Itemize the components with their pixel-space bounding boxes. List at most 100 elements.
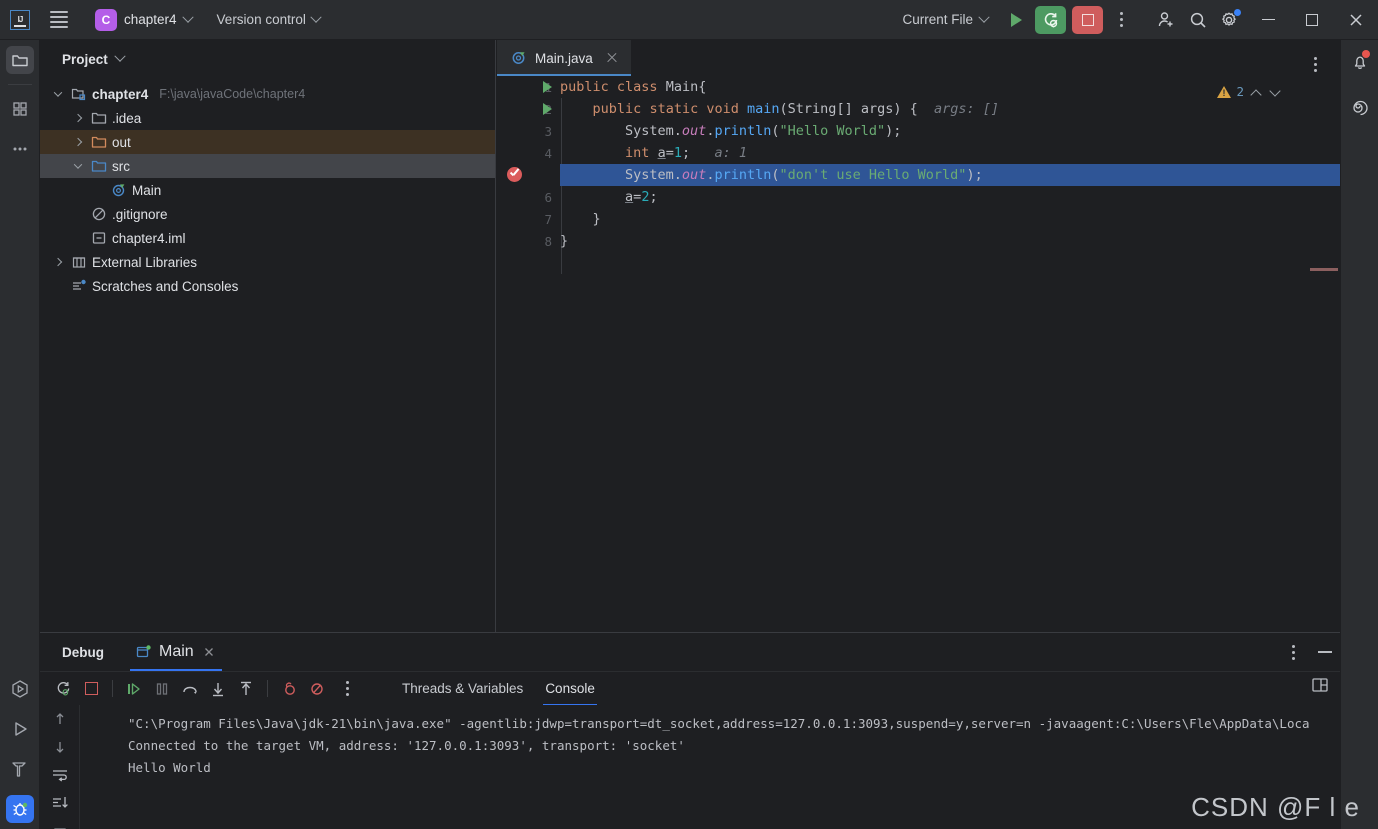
notifications-button[interactable] [1341, 40, 1378, 84]
pause-program-button[interactable] [149, 676, 175, 702]
scroll-down-button[interactable] [40, 733, 80, 761]
tab-threads-and-variables[interactable]: Threads & Variables [392, 672, 533, 706]
gutter-line-4[interactable]: 4 [497, 142, 560, 164]
chevron-right-icon[interactable] [70, 110, 86, 126]
tree-node-src[interactable]: src [40, 154, 495, 178]
code-line-2[interactable]: public static void main(String[] args) {… [560, 98, 1340, 120]
ai-assistant-icon [1353, 100, 1368, 116]
step-over-button[interactable] [177, 676, 203, 702]
mute-breakpoints-button[interactable] [304, 676, 330, 702]
scrollbar-error-marker [1310, 268, 1338, 271]
scroll-up-button[interactable] [40, 705, 80, 733]
editor-gutter[interactable]: 12 3 4 6 7 8 [497, 76, 560, 632]
scroll-to-end-button[interactable] [40, 789, 80, 817]
minimize-window-button[interactable] [1246, 0, 1290, 40]
chevron-right-icon[interactable] [50, 254, 66, 270]
print-icon [54, 828, 66, 829]
gutter-line-3[interactable]: 3 [497, 120, 560, 142]
chevron-down-icon [310, 11, 322, 23]
tree-node--gitignore[interactable]: .gitignore [40, 202, 495, 226]
close-icon[interactable] [605, 51, 619, 65]
print-button[interactable] [40, 817, 80, 829]
debug-toolbar-more-button[interactable] [335, 675, 359, 703]
add-user-button[interactable] [1150, 4, 1182, 36]
code-line-1[interactable]: public class Main{ [560, 76, 1340, 98]
resume-program-button[interactable] [121, 676, 147, 702]
tree-node-out[interactable]: out [40, 130, 495, 154]
debug-toolbar: Threads & Variables Console [40, 671, 1340, 706]
breakpoint-icon[interactable] [507, 167, 522, 182]
rerun-debug-button[interactable] [50, 676, 76, 702]
view-breakpoints-button[interactable] [276, 676, 302, 702]
code-line-8[interactable]: } [560, 230, 1340, 252]
tree-node-chapter4[interactable]: chapter4 F:\java\javaCode\chapter4 [40, 82, 495, 106]
editor-tab-bar: Main.java [497, 40, 1340, 76]
step-out-button[interactable] [233, 676, 259, 702]
sidebar-item-build[interactable] [0, 749, 40, 789]
logo-text: IJ [17, 14, 24, 24]
run-gutter-icon[interactable] [543, 103, 552, 115]
minimize-icon [1261, 18, 1275, 21]
close-window-button[interactable] [1334, 0, 1378, 40]
debug-more-options-button[interactable] [1281, 638, 1305, 666]
close-icon[interactable] [202, 645, 216, 659]
gutter-line-5[interactable] [497, 164, 560, 186]
editor-tab-label: Main.java [535, 50, 593, 66]
tree-node-chapter4-iml[interactable]: chapter4.iml [40, 226, 495, 250]
tree-node--idea[interactable]: .idea [40, 106, 495, 130]
settings-button[interactable] [1214, 4, 1246, 36]
scroll-up-icon [56, 713, 64, 724]
tree-node-external-libraries[interactable]: External Libraries [40, 250, 495, 274]
main-menu-icon[interactable] [44, 5, 74, 35]
maximize-window-button[interactable] [1290, 0, 1334, 40]
gutter-line-6[interactable]: 6 [497, 186, 560, 208]
code-line-5[interactable]: System.out.println("don't use Hello Worl… [560, 164, 1340, 186]
sidebar-item-project[interactable] [0, 40, 40, 80]
run-button[interactable] [1002, 6, 1030, 34]
chevron-down-icon[interactable] [50, 86, 66, 102]
tree-node-scratches-and-consoles[interactable]: Scratches and Consoles [40, 274, 495, 298]
sidebar-item-debug[interactable] [0, 789, 40, 829]
hide-panel-icon[interactable] [1318, 651, 1332, 653]
gutter-line-1[interactable]: 1 [497, 76, 560, 98]
chevron-down-icon[interactable] [114, 50, 126, 62]
debug-session-tab[interactable]: Main [130, 633, 222, 671]
sidebar-item-run[interactable] [0, 709, 40, 749]
code-line-6[interactable]: a=2; [560, 186, 1340, 208]
stop-button[interactable] [1072, 5, 1103, 34]
code-editor[interactable]: 2 12 3 4 6 7 8 public class Main{ public stat… [497, 76, 1340, 632]
soft-wrap-button[interactable] [40, 761, 80, 789]
debug-button[interactable] [1035, 5, 1066, 34]
line-number: 3 [544, 123, 552, 139]
layout-settings-button[interactable] [1310, 675, 1330, 695]
folder-icon [91, 110, 107, 126]
console-output[interactable]: "C:\Program Files\Java\jdk-21\bin\java.e… [82, 705, 1340, 829]
more-actions-button[interactable] [1109, 6, 1133, 34]
code-line-4[interactable]: int a=1; a: 1 [560, 142, 1340, 164]
step-into-button[interactable] [205, 676, 231, 702]
maximize-icon [1306, 13, 1318, 26]
toolbar-divider [267, 680, 268, 697]
tree-node-main[interactable]: Main [40, 178, 495, 202]
sidebar-item-more-tool-windows[interactable] [0, 129, 40, 169]
project-widget[interactable]: C chapter4 [88, 6, 199, 34]
ai-assistant-button[interactable] [1341, 84, 1378, 128]
sidebar-item-commit[interactable] [0, 89, 40, 129]
tab-console[interactable]: Console [535, 672, 605, 706]
chevron-right-icon[interactable] [70, 134, 86, 150]
chevron-down-icon[interactable] [70, 158, 86, 174]
gutter-line-7[interactable]: 7 [497, 208, 560, 230]
version-control-widget[interactable]: Version control [217, 11, 322, 27]
stop-debug-button[interactable] [78, 676, 104, 702]
code-line-7[interactable]: } [560, 208, 1340, 230]
editor-tab-main-java[interactable]: Main.java [497, 40, 631, 76]
project-panel-title: Project [62, 51, 108, 67]
code-line-3[interactable]: System.out.println("Hello World"); [560, 120, 1340, 142]
gutter-line-8[interactable]: 8 [497, 230, 560, 252]
run-configuration-selector[interactable]: Current File [902, 11, 990, 27]
sidebar-item-run-anything[interactable] [0, 669, 40, 709]
editor-options-button[interactable] [1303, 50, 1327, 78]
search-button[interactable] [1182, 4, 1214, 36]
gutter-line-2[interactable]: 2 [497, 98, 560, 120]
run-gutter-icon[interactable] [543, 81, 552, 93]
